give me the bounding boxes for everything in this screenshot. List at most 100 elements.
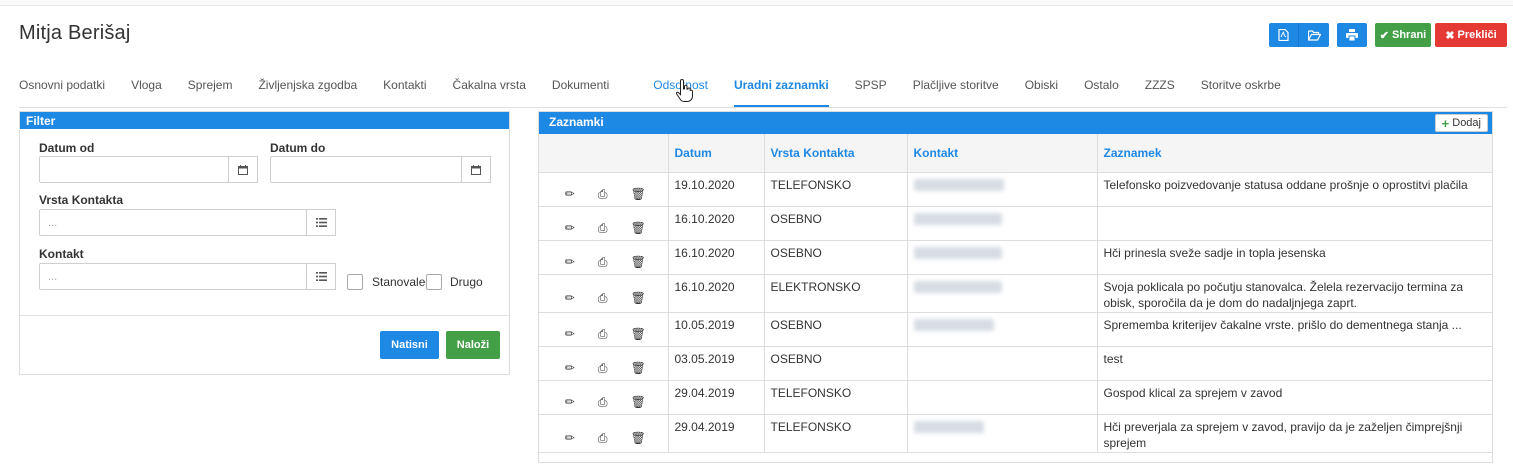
print-icon[interactable]: ⎙	[598, 220, 608, 236]
print-filter-button[interactable]: Natisni	[380, 331, 439, 359]
tab-zzzs[interactable]: ZZZS	[1145, 73, 1175, 107]
tab-dokumenti[interactable]: Dokumenti	[552, 73, 609, 107]
row-actions: ✏ ⎙ 🗑	[539, 312, 669, 347]
cell-contact-type: TELEFONSKO	[764, 172, 908, 207]
edit-icon[interactable]: ✏	[565, 360, 575, 376]
load-button[interactable]: Naloži	[446, 331, 500, 359]
table-row[interactable]: ✏ ⎙ 🗑 19.10.2020 TELEFONSKO Telefonsko poi…	[539, 172, 1493, 207]
table-row[interactable]: ✏ ⎙ 🗑 16.10.2020 ELEKTRONSKO Svoja poklica…	[539, 274, 1493, 313]
tab-odsotnost[interactable]: Odsotnost	[635, 73, 708, 107]
cell-contact	[907, 414, 1098, 453]
cell-date: 10.05.2019	[668, 312, 765, 347]
blurred-contact	[913, 318, 994, 331]
trash-icon[interactable]: 🗑	[631, 254, 646, 270]
cell-note: Svoja poklicala po počutju stanovalca. Ž…	[1097, 274, 1493, 313]
edit-icon[interactable]: ✏	[565, 326, 575, 342]
trash-icon[interactable]: 🗑	[631, 290, 646, 306]
cell-contact	[907, 206, 1098, 241]
edit-icon[interactable]: ✏	[565, 186, 575, 202]
other-checkbox-label: Drugo	[450, 275, 483, 289]
cell-contact-type: OSEBNO	[764, 346, 908, 381]
column-header-date[interactable]: Datum	[668, 134, 765, 173]
date-to-input[interactable]	[270, 156, 462, 183]
notes-panel-header: Zaznamki + Dodaj	[539, 112, 1492, 134]
tab-placljive-storitve[interactable]: Plačljive storitve	[913, 73, 999, 107]
tab-obiski[interactable]: Obiski	[1025, 73, 1058, 107]
file-button-group	[1269, 23, 1329, 47]
print-icon[interactable]: ⎙	[598, 290, 608, 306]
cancel-button[interactable]: ✖ Prekliči	[1435, 23, 1507, 47]
edit-icon[interactable]: ✏	[565, 394, 575, 410]
contact-list-button[interactable]	[306, 263, 336, 290]
file-pdf-icon	[1278, 29, 1289, 41]
add-note-button[interactable]: + Dodaj	[1434, 114, 1488, 132]
table-row[interactable]: ✏ ⎙ 🗑 16.10.2020 OSEBNO Hči prinesla sveže…	[539, 240, 1493, 275]
row-actions: ✏ ⎙ 🗑	[539, 240, 669, 275]
cell-note: Sprememba kriterijev čakalne vrste. priš…	[1097, 312, 1493, 347]
column-header-note[interactable]: Zaznamek	[1097, 134, 1493, 173]
table-row[interactable]: ✏ ⎙ 🗑 29.04.2019 TELEFONSKO Gospod klical …	[539, 380, 1493, 415]
tab-spsp[interactable]: SPSP	[855, 73, 887, 107]
tab-ostalo[interactable]: Ostalo	[1084, 73, 1119, 107]
trash-icon[interactable]: 🗑	[631, 394, 646, 410]
print-icon[interactable]: ⎙	[598, 186, 608, 202]
tab-zivljenjska-zgodba[interactable]: Življenjska zgodba	[258, 73, 357, 107]
tab-kontakti[interactable]: Kontakti	[383, 73, 426, 107]
page-title: Mitja Berišaj	[19, 22, 131, 44]
trash-icon[interactable]: 🗑	[631, 430, 646, 446]
edit-icon[interactable]: ✏	[565, 290, 575, 306]
print-icon	[1346, 29, 1358, 41]
edit-icon[interactable]: ✏	[565, 254, 575, 270]
contact-input[interactable]: ...	[39, 263, 307, 290]
tab-sprejem[interactable]: Sprejem	[188, 73, 233, 107]
cell-note: Gospod klical za sprejem v zavod	[1097, 380, 1493, 415]
trash-icon[interactable]: 🗑	[631, 326, 646, 342]
tab-uradni-zaznamki[interactable]: Uradni zaznamki	[733, 73, 829, 107]
column-header-contact-type[interactable]: Vrsta Kontakta	[764, 134, 908, 173]
open-folder-button[interactable]	[1299, 23, 1329, 47]
column-header-contact[interactable]: Kontakt	[907, 134, 1098, 173]
date-from-label: Datum od	[39, 141, 95, 155]
date-to-label: Datum do	[270, 141, 326, 155]
blurred-contact	[913, 246, 1002, 259]
table-row[interactable]: ✏ ⎙ 🗑 10.05.2019 OSEBNO Sprememba kriterij…	[539, 312, 1493, 347]
cancel-button-label: Prekliči	[1457, 29, 1497, 41]
print-icon[interactable]: ⎙	[598, 360, 608, 376]
table-row[interactable]: ✏ ⎙ 🗑 16.10.2020 OSEBNO	[539, 206, 1493, 241]
tab-cakalna-vrsta[interactable]: Čakalna vrsta	[453, 73, 526, 107]
print-icon[interactable]: ⎙	[598, 430, 608, 446]
row-actions: ✏ ⎙ 🗑	[539, 414, 669, 453]
tab-vloga[interactable]: Vloga	[131, 73, 162, 107]
table-row[interactable]: ✏ ⎙ 🗑 29.04.2019 TELEFONSKO Hči preverjala…	[539, 414, 1493, 453]
save-button[interactable]: ✔ Shrani	[1375, 23, 1431, 47]
edit-icon[interactable]: ✏	[565, 220, 575, 236]
table-row[interactable]: ✏ ⎙ 🗑 03.05.2019 OSEBNO test	[539, 346, 1493, 381]
resident-checkbox[interactable]	[347, 274, 363, 290]
filter-panel-title: Filter	[20, 112, 509, 129]
notes-panel-title: Zaznamki	[549, 115, 604, 129]
trash-icon[interactable]: 🗑	[631, 360, 646, 376]
date-from-input[interactable]	[39, 156, 229, 183]
check-icon: ✔	[1379, 29, 1389, 42]
contact-type-list-button[interactable]	[306, 209, 336, 236]
print-icon[interactable]: ⎙	[598, 394, 608, 410]
print-icon[interactable]: ⎙	[598, 326, 608, 342]
contact-type-input[interactable]: ...	[39, 209, 307, 236]
top-bar	[0, 0, 1513, 6]
cell-date: 29.04.2019	[668, 414, 765, 453]
filter-panel: Filter Datum od Datum do Vrsta Kontakta …	[19, 111, 510, 375]
edit-icon[interactable]: ✏	[565, 430, 575, 446]
other-checkbox[interactable]	[426, 274, 442, 290]
date-to-calendar-button[interactable]	[461, 156, 491, 183]
print-icon[interactable]: ⎙	[598, 254, 608, 270]
tab-storitve-oskrbe[interactable]: Storitve oskrbe	[1201, 73, 1281, 107]
trash-icon[interactable]: 🗑	[631, 220, 646, 236]
date-from-calendar-button[interactable]	[228, 156, 258, 183]
print-button[interactable]	[1337, 23, 1367, 47]
cell-contact	[907, 274, 1098, 313]
tab-osnovni-podatki[interactable]: Osnovni podatki	[19, 73, 105, 107]
pdf-button[interactable]	[1269, 23, 1299, 47]
cell-contact-type: ELEKTRONSKO	[764, 274, 908, 313]
row-actions: ✏ ⎙ 🗑	[539, 274, 669, 313]
trash-icon[interactable]: 🗑	[631, 186, 646, 202]
